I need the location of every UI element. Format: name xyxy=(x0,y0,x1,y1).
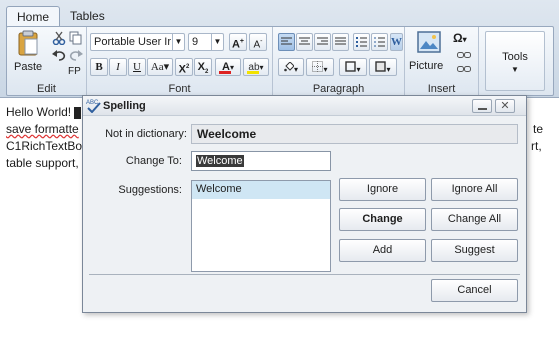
numbered-list-icon xyxy=(374,37,385,47)
bullet-list-icon xyxy=(356,37,367,47)
italic-button[interactable]: I xyxy=(109,58,127,76)
font-color-button[interactable]: A▾ xyxy=(215,58,241,76)
chevron-down-icon: ▼ xyxy=(211,34,223,50)
word-wrap-button[interactable]: W xyxy=(390,33,403,51)
hyperlink-icon[interactable] xyxy=(457,51,471,59)
change-to-label: Change To: xyxy=(125,155,182,167)
highlight-swatch xyxy=(247,71,259,74)
align-right-button[interactable] xyxy=(314,33,331,51)
shrink-font-button[interactable]: A- xyxy=(249,33,267,51)
chevron-down-icon: ▼ xyxy=(511,65,519,74)
dialog-separator xyxy=(89,274,520,275)
align-center-button[interactable] xyxy=(296,33,313,51)
bullet-list-button[interactable] xyxy=(353,33,370,51)
undo-icon[interactable] xyxy=(52,49,66,61)
justify-button[interactable] xyxy=(332,33,349,51)
paint-bucket-icon xyxy=(284,61,295,72)
tab-tables[interactable]: Tables xyxy=(60,6,115,26)
ignore-all-button[interactable]: Ignore All xyxy=(431,178,518,201)
subscript-button[interactable]: X2 xyxy=(194,58,212,76)
close-icon: ✕ xyxy=(500,100,510,112)
chevron-down-icon: ▼ xyxy=(172,34,184,50)
picture-icon xyxy=(417,31,441,53)
borders-button[interactable]: ▾ xyxy=(306,58,334,76)
change-to-value: Welcome xyxy=(196,155,244,167)
document-line: Hello World! xyxy=(6,104,82,121)
edit-group-label: Edit xyxy=(37,83,56,95)
square-border-icon xyxy=(345,61,357,72)
align-center-icon xyxy=(299,37,310,45)
tools-group: Tools ▼ xyxy=(479,27,553,97)
font-family-select[interactable]: Portable User Ir ▼ xyxy=(90,33,185,51)
font-size-value: 9 xyxy=(192,36,199,48)
tab-home[interactable]: Home xyxy=(6,6,61,27)
clipboard-icon xyxy=(18,30,38,56)
suggest-button[interactable]: Suggest xyxy=(431,239,518,262)
picture-button[interactable]: Picture xyxy=(409,29,447,75)
document-line: table support, xyxy=(6,156,79,170)
bookmark-icon[interactable] xyxy=(457,65,471,73)
not-in-dictionary-field: Weelcome xyxy=(191,124,518,144)
paragraph-shading-button[interactable]: ▾ xyxy=(278,58,304,76)
format-painter-button[interactable]: FP xyxy=(68,66,81,77)
font-size-select[interactable]: 9 ▼ xyxy=(188,33,224,51)
font-family-value: Portable User Ir xyxy=(94,36,172,48)
tools-label: Tools xyxy=(502,51,528,63)
suggestion-item[interactable]: Welcome xyxy=(192,181,330,199)
font-group: Portable User Ir ▼ 9 ▼ A+ A- B I U Aa▾ X… xyxy=(87,27,273,97)
copy-icon[interactable] xyxy=(69,31,82,45)
borders-icon xyxy=(312,61,324,72)
not-in-dictionary-label: Not in dictionary: xyxy=(105,128,187,140)
dialog-title-bar[interactable]: ABC Spelling ✕ xyxy=(83,96,526,116)
document-line-fragment: te xyxy=(533,122,544,136)
change-case-button[interactable]: Aa▾ xyxy=(147,58,173,76)
change-to-input[interactable]: Welcome xyxy=(191,151,331,171)
justify-icon xyxy=(335,37,346,45)
minimize-button[interactable] xyxy=(472,99,492,113)
spelling-dialog: ABC Spelling ✕ Not in dictionary: Weelco… xyxy=(82,95,527,313)
bold-button[interactable]: B xyxy=(90,58,108,76)
outside-border-button[interactable]: ▾ xyxy=(339,58,367,76)
ignore-button[interactable]: Ignore xyxy=(339,178,426,201)
underline-button[interactable]: U xyxy=(128,58,146,76)
paste-label: Paste xyxy=(14,61,43,73)
paragraph-group: W ▾ ▾ ▾ ▾ Paragraph xyxy=(273,27,405,97)
suggestions-label: Suggestions: xyxy=(118,184,182,196)
cut-icon[interactable] xyxy=(52,31,66,45)
align-left-icon xyxy=(281,37,292,45)
font-color-swatch xyxy=(219,71,231,74)
close-button[interactable]: ✕ xyxy=(495,99,515,113)
picture-label: Picture xyxy=(409,60,444,72)
insert-group: Picture Ω▾ Insert xyxy=(405,27,479,97)
symbol-button[interactable]: Ω▾ xyxy=(453,31,475,47)
cancel-button[interactable]: Cancel xyxy=(431,279,518,302)
suggestions-list[interactable]: Welcome xyxy=(191,180,331,272)
dialog-title: Spelling xyxy=(103,100,146,112)
align-left-button[interactable] xyxy=(278,33,295,51)
square-fill-icon xyxy=(375,61,387,72)
paste-button[interactable]: Paste xyxy=(11,29,45,77)
document-line-fragment: rt, xyxy=(531,139,542,153)
document-line: C1RichTextBox xyxy=(6,139,89,153)
ribbon-groups: Paste FP Edit Portable User Ir ▼ 9 ▼ A+ … xyxy=(6,26,554,97)
numbered-list-button[interactable] xyxy=(371,33,388,51)
spellcheck-icon: ABC xyxy=(86,100,101,113)
ribbon: Home Tables Paste FP Edit Portable User … xyxy=(0,0,559,98)
misspelled-word-highlight xyxy=(74,106,82,119)
add-button[interactable]: Add xyxy=(339,239,426,262)
change-all-button[interactable]: Change All xyxy=(431,208,518,231)
grow-font-button[interactable]: A+ xyxy=(229,33,247,51)
change-button[interactable]: Change xyxy=(339,208,426,231)
redo-icon[interactable] xyxy=(69,49,83,61)
superscript-button[interactable]: X2 xyxy=(175,58,193,76)
minimize-icon xyxy=(478,108,487,110)
document-line: save formatte xyxy=(6,122,79,136)
edit-group: Paste FP Edit xyxy=(7,27,87,97)
border-style-button[interactable]: ▾ xyxy=(369,58,397,76)
align-right-icon xyxy=(317,37,328,45)
tools-dropdown-button[interactable]: Tools ▼ xyxy=(485,31,545,91)
highlight-button[interactable]: ab▾ xyxy=(243,58,269,76)
